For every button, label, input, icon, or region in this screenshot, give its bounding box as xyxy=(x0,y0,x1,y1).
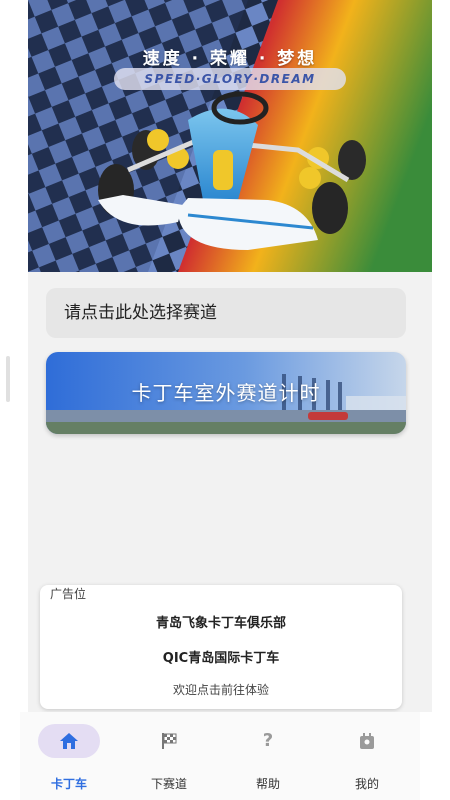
edge-handle xyxy=(6,356,10,402)
nav-item-kart[interactable]: 卡丁车 xyxy=(34,724,104,792)
profile-icon xyxy=(360,733,374,749)
nav-label-kart: 卡丁车 xyxy=(50,777,87,791)
track-select-button[interactable]: 请点击此处选择赛道 xyxy=(46,288,406,338)
nav-item-help[interactable]: ? 帮助 xyxy=(233,724,303,792)
ad-label: 广告位 xyxy=(50,587,87,601)
nav-label-profile: 我的 xyxy=(354,777,379,791)
nav-active-indicator xyxy=(38,724,100,758)
ad-link-qic[interactable]: QIC青岛国际卡丁车 xyxy=(40,647,402,666)
hero-subtitle: SPEED·GLORY·DREAM xyxy=(114,68,346,90)
nav-item-profile[interactable]: 我的 xyxy=(332,724,402,792)
app-screen: 速度 · 荣耀 · 梦想 SPEED·GLORY·DREAM 请点击此处选择赛道 xyxy=(28,0,432,712)
hero-slogan: 速度 · 荣耀 · 梦想 xyxy=(142,49,318,69)
nav-label-track: 下赛道 xyxy=(150,777,187,791)
kart-illustration xyxy=(28,0,432,272)
hero-banner: 速度 · 荣耀 · 梦想 SPEED·GLORY·DREAM xyxy=(28,0,432,272)
checkered-flag-icon xyxy=(162,733,177,749)
ad-hint: 欢迎点击前往体验 xyxy=(172,683,269,697)
outdoor-timing-card[interactable]: 卡丁车室外赛道计时 xyxy=(46,352,406,434)
question-icon: ? xyxy=(262,730,274,751)
bottom-nav: 卡丁车 下赛道 ? 帮助 我的 xyxy=(20,712,420,800)
ad-link-feixiang[interactable]: 青岛飞象卡丁车俱乐部 xyxy=(40,612,402,631)
nav-item-track[interactable]: 下赛道 xyxy=(134,724,204,792)
home-icon xyxy=(60,733,78,749)
timing-card-title: 卡丁车室外赛道计时 xyxy=(131,381,321,405)
ad-card: 广告位 青岛飞象卡丁车俱乐部 QIC青岛国际卡丁车 欢迎点击前往体验 xyxy=(40,585,402,709)
nav-label-help: 帮助 xyxy=(255,777,280,791)
